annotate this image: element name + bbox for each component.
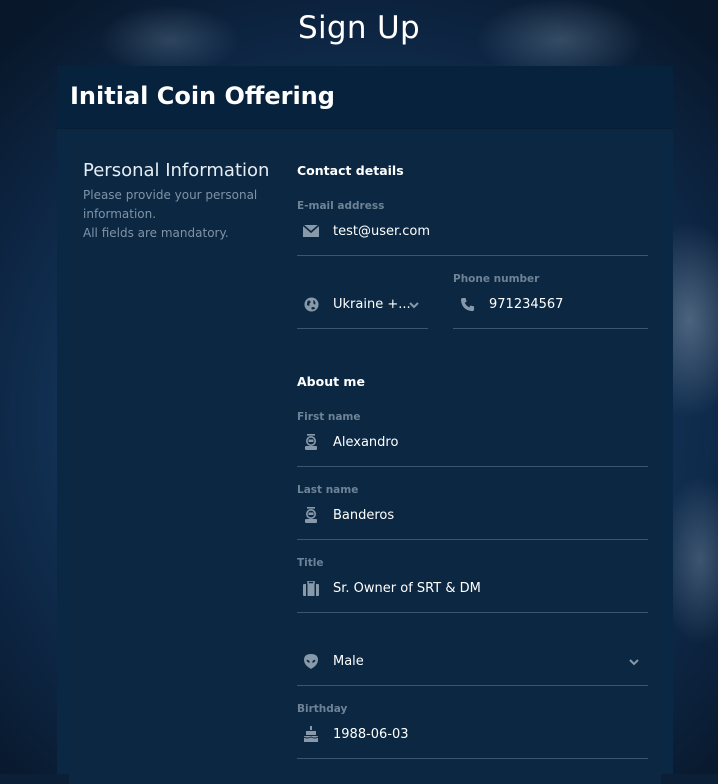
about-me-heading: About me: [297, 374, 365, 389]
description-line: All fields are mandatory.: [83, 226, 229, 240]
first-name-field[interactable]: Alexandro: [297, 420, 648, 467]
alien-icon: [303, 653, 319, 669]
card-header: Initial Coin Offering: [57, 66, 673, 128]
description-line: Please provide your personal: [83, 188, 258, 202]
phone-icon: [459, 296, 475, 312]
description-line: information.: [83, 207, 157, 221]
email-field[interactable]: test@user.com: [297, 209, 648, 256]
last-name-field[interactable]: Banderos: [297, 493, 648, 540]
email-value: test@user.com: [333, 224, 431, 239]
first-name-value: Alexandro: [333, 435, 399, 450]
signup-card: Initial Coin Offering Personal Informati…: [57, 66, 673, 784]
section-title: Personal Information: [83, 160, 270, 181]
phone-value: 971234567: [489, 297, 564, 312]
chevron-down-icon: [628, 656, 640, 668]
card-heading: Initial Coin Offering: [70, 82, 335, 110]
gender-select[interactable]: Male: [297, 639, 648, 686]
country-code-value: Ukraine +...: [333, 297, 411, 312]
astronaut-icon: [303, 507, 319, 523]
globe-icon: [303, 296, 319, 312]
job-title-value: Sr. Owner of SRT & DM: [333, 581, 481, 596]
envelope-icon: [303, 223, 319, 239]
chevron-down-icon: [408, 299, 420, 311]
section-description: Please provide your personal information…: [83, 186, 273, 243]
birthday-field[interactable]: 1988-06-03: [297, 712, 648, 759]
birthday-value: 1988-06-03: [333, 727, 409, 742]
page-title: Sign Up: [298, 10, 420, 46]
phone-field[interactable]: 971234567: [453, 282, 648, 329]
astronaut-icon: [303, 434, 319, 450]
cake-icon: [303, 726, 319, 742]
last-name-value: Banderos: [333, 508, 395, 523]
country-code-select[interactable]: Ukraine +...: [297, 282, 428, 329]
contact-details-heading: Contact details: [297, 163, 404, 178]
job-title-field[interactable]: Sr. Owner of SRT & DM: [297, 566, 648, 613]
personal-information-panel: Personal Information Please provide your…: [69, 144, 661, 784]
briefcase-icon: [303, 580, 319, 596]
gender-value: Male: [333, 654, 364, 669]
